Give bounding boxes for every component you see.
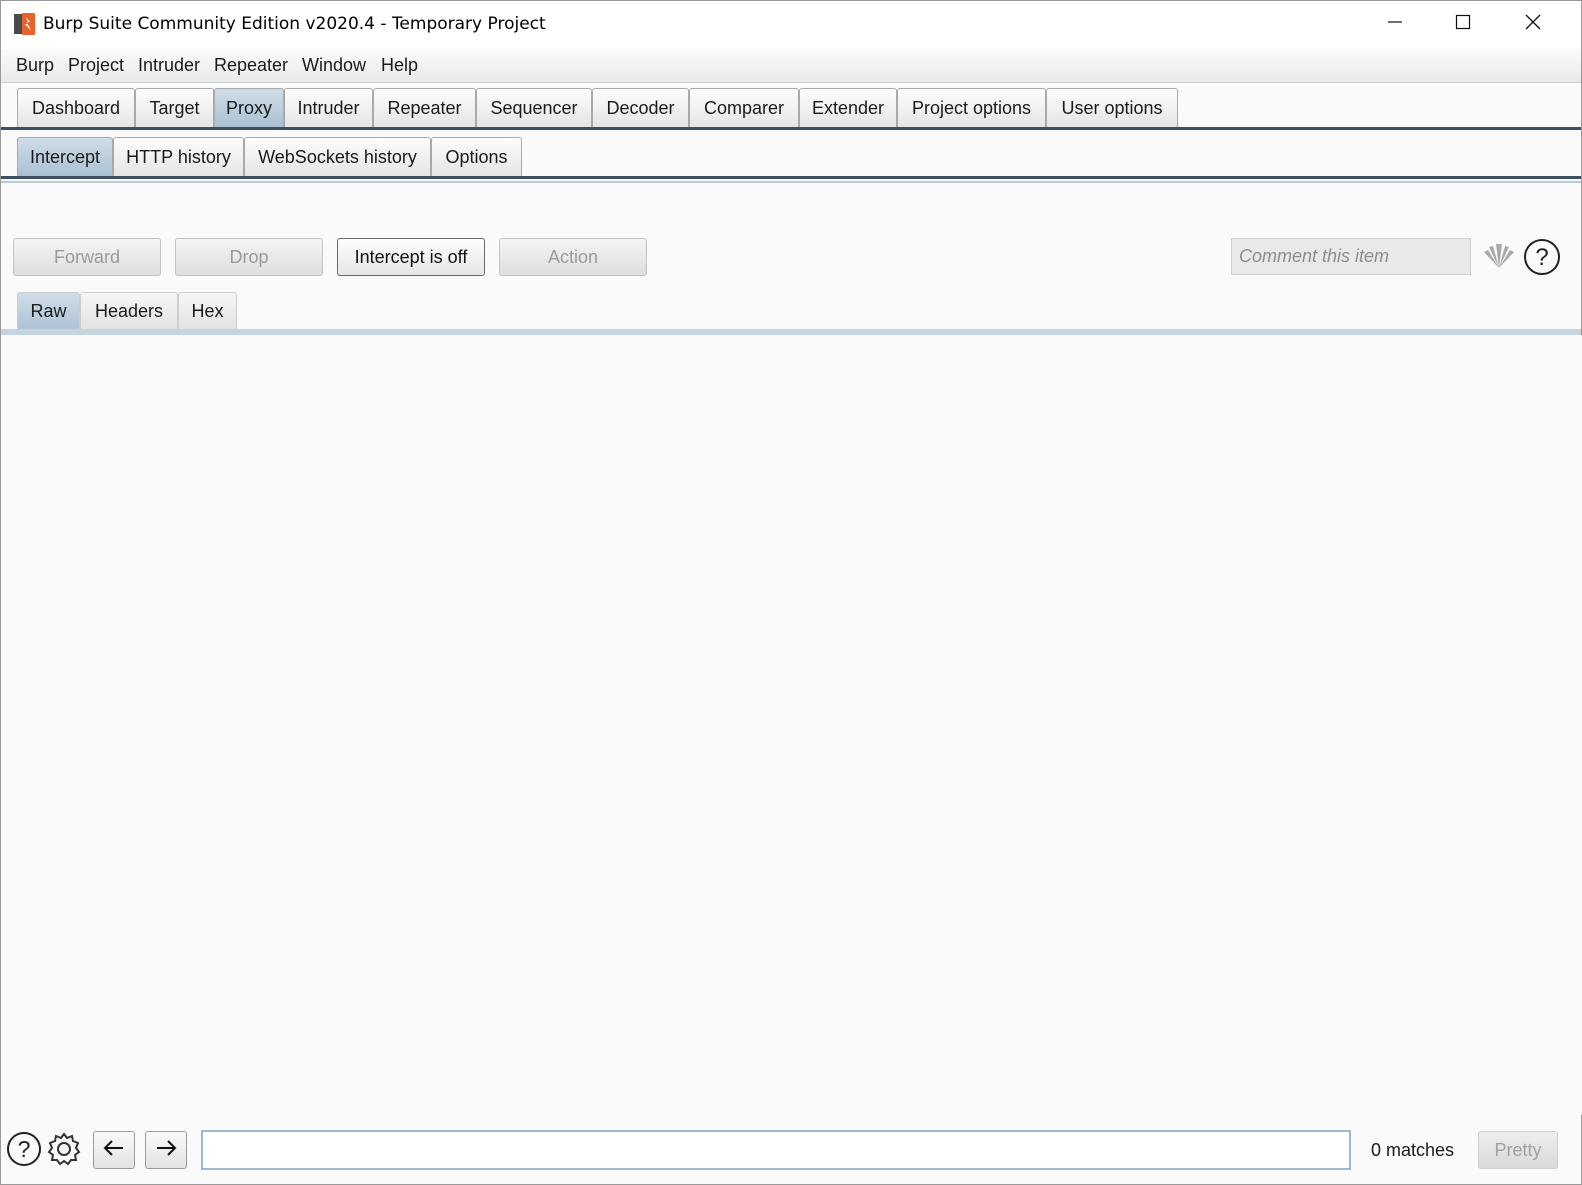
burp-logo-icon — [13, 12, 37, 36]
drop-button[interactable]: Drop — [175, 238, 323, 276]
forward-button[interactable]: Forward — [13, 238, 161, 276]
tab-intruder[interactable]: Intruder — [284, 88, 373, 128]
main-tab-divider — [1, 127, 1581, 130]
tab-headers[interactable]: Headers — [80, 292, 178, 330]
proxy-tab-divider-light — [1, 181, 1581, 183]
tab-sequencer[interactable]: Sequencer — [476, 88, 592, 128]
tab-extender[interactable]: Extender — [799, 88, 897, 128]
help-icon[interactable]: ? — [1523, 238, 1561, 276]
arrow-left-icon — [103, 1139, 125, 1162]
action-button[interactable]: Action — [499, 238, 647, 276]
tab-repeater[interactable]: Repeater — [373, 88, 476, 128]
tab-http-history[interactable]: HTTP history — [113, 137, 244, 177]
svg-text:?: ? — [1535, 244, 1548, 271]
minimize-button[interactable] — [1361, 1, 1429, 47]
search-input[interactable] — [201, 1130, 1351, 1170]
tab-comparer[interactable]: Comparer — [689, 88, 799, 128]
tab-raw[interactable]: Raw — [17, 292, 80, 330]
tab-hex[interactable]: Hex — [178, 292, 237, 330]
gear-icon[interactable] — [46, 1131, 82, 1167]
menu-repeater[interactable]: Repeater — [214, 55, 288, 76]
comment-input[interactable] — [1231, 238, 1471, 275]
tab-dashboard[interactable]: Dashboard — [17, 88, 135, 128]
tab-intercept[interactable]: Intercept — [17, 137, 113, 177]
title-bar: Burp Suite Community Edition v2020.4 - T… — [1, 1, 1581, 49]
tab-project-options[interactable]: Project options — [897, 88, 1046, 128]
tab-decoder[interactable]: Decoder — [592, 88, 689, 128]
maximize-button[interactable] — [1429, 1, 1497, 47]
maximize-icon — [1455, 14, 1471, 35]
close-button[interactable] — [1499, 1, 1567, 47]
tab-user-options[interactable]: User options — [1046, 88, 1178, 128]
search-back-button[interactable] — [93, 1131, 135, 1169]
close-icon — [1524, 13, 1542, 36]
tab-target[interactable]: Target — [135, 88, 214, 128]
tab-options[interactable]: Options — [431, 137, 522, 177]
arrow-right-icon — [155, 1139, 177, 1162]
tab-websockets-history[interactable]: WebSockets history — [244, 137, 431, 177]
message-editor[interactable] — [2, 335, 1582, 1115]
pretty-button[interactable]: Pretty — [1478, 1131, 1558, 1169]
tab-proxy[interactable]: Proxy — [214, 88, 284, 128]
burp-window: Burp Suite Community Edition v2020.4 - T… — [0, 0, 1582, 1185]
menu-bar: Burp Project Intruder Repeater Window He… — [1, 49, 1581, 83]
highlight-icon[interactable] — [1481, 239, 1517, 275]
menu-project[interactable]: Project — [68, 55, 124, 76]
intercept-toggle-button[interactable]: Intercept is off — [337, 238, 485, 276]
proxy-tab-divider — [1, 176, 1581, 179]
minimize-icon — [1387, 14, 1403, 35]
help-icon[interactable]: ? — [6, 1131, 42, 1167]
window-title: Burp Suite Community Edition v2020.4 - T… — [43, 14, 546, 34]
search-forward-button[interactable] — [145, 1131, 187, 1169]
menu-intruder[interactable]: Intruder — [138, 55, 200, 76]
menu-window[interactable]: Window — [302, 55, 366, 76]
menu-help[interactable]: Help — [381, 55, 418, 76]
match-count: 0 matches — [1371, 1140, 1455, 1160]
menu-burp[interactable]: Burp — [16, 55, 54, 76]
svg-text:?: ? — [18, 1136, 31, 1162]
